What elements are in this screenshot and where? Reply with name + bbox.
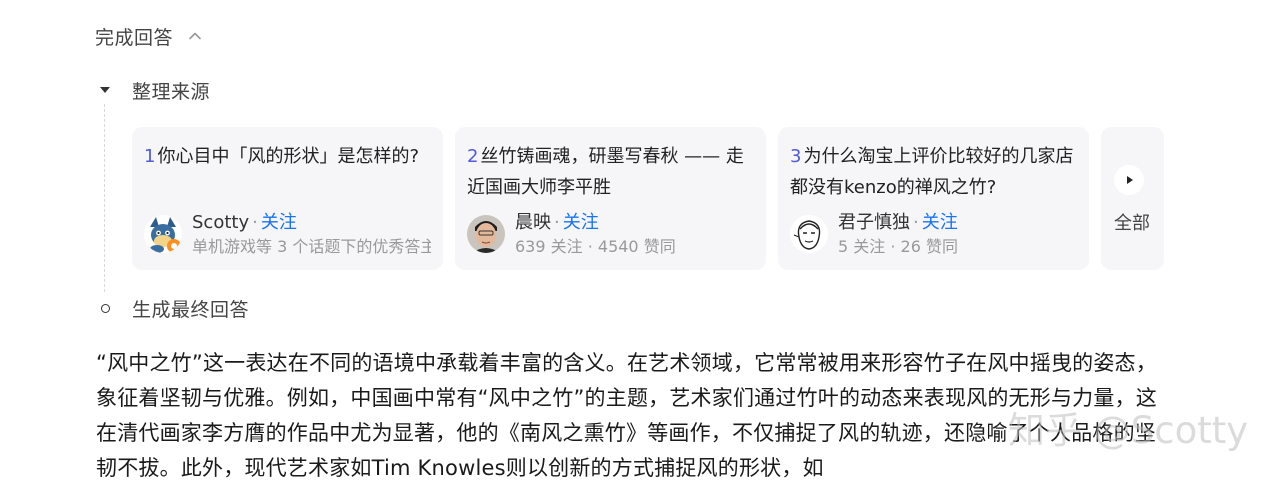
follow-button[interactable]: 关注 — [922, 212, 958, 233]
source-title-text: 丝竹铸画魂，研墨写春秋 —— 走近国画大师李平胜 — [467, 146, 744, 198]
answer-status-toggle[interactable]: 完成回答 — [95, 22, 203, 50]
separator-dot: · — [913, 212, 919, 233]
source-card[interactable]: 1 你心目中「风的形状」是怎样的? Scotty · 关注 单机游戏等 3 个话… — [132, 127, 443, 270]
author-meta: 单机游戏等 3 个话题下的优秀答主 — [192, 237, 431, 256]
source-index: 1 — [144, 146, 156, 167]
separator-dot: · — [554, 212, 560, 233]
step-generate-answer: 生成最终回答 — [96, 295, 249, 321]
author-meta: 5 关注 · 26 赞同 — [838, 237, 958, 256]
source-cards: 1 你心目中「风的形状」是怎样的? Scotty · 关注 单机游戏等 3 个话… — [132, 127, 1164, 270]
caret-down-icon[interactable] — [96, 81, 114, 99]
step-label: 整理来源 — [132, 80, 211, 103]
view-all-sources-button[interactable]: 全部 — [1101, 127, 1164, 270]
author-name[interactable]: 晨映 — [515, 212, 551, 233]
source-title[interactable]: 1 你心目中「风的形状」是怎样的? — [144, 141, 431, 203]
chevron-up-icon[interactable] — [187, 28, 203, 44]
source-index: 2 — [467, 146, 479, 167]
separator-dot: · — [252, 212, 258, 233]
avatar[interactable] — [144, 215, 182, 253]
source-title[interactable]: 3 为什么淘宝上评价比较好的几家店都没有kenzo的禅风之竹? — [790, 141, 1077, 203]
author-name[interactable]: 君子慎独 — [838, 212, 910, 233]
avatar[interactable] — [467, 215, 505, 253]
avatar[interactable] — [790, 215, 828, 253]
answer-text: “风中之竹”这一表达在不同的语境中承载着丰富的含义。在艺术领域，它常常被用来形容… — [96, 351, 1157, 480]
source-author: 君子慎独 · 关注 5 关注 · 26 赞同 — [790, 211, 1077, 259]
answer-status-label: 完成回答 — [95, 26, 174, 49]
source-title-text: 为什么淘宝上评价比较好的几家店都没有kenzo的禅风之竹? — [790, 146, 1074, 198]
source-title-text: 你心目中「风的形状」是怎样的? — [157, 146, 420, 167]
source-author: Scotty · 关注 单机游戏等 3 个话题下的优秀答主 — [144, 211, 431, 259]
source-author: 晨映 · 关注 639 关注 · 4540 赞同 — [467, 211, 754, 259]
author-name[interactable]: Scotty — [192, 212, 249, 233]
source-title[interactable]: 2 丝竹铸画魂，研墨写春秋 —— 走近国画大师李平胜 — [467, 141, 754, 203]
author-meta: 639 关注 · 4540 赞同 — [515, 237, 676, 256]
source-card[interactable]: 3 为什么淘宝上评价比较好的几家店都没有kenzo的禅风之竹? 君子慎独 · 关注 5… — [778, 127, 1089, 270]
view-all-label: 全部 — [1114, 213, 1150, 234]
source-card[interactable]: 2 丝竹铸画魂，研墨写春秋 —— 走近国画大师李平胜 晨映 · 关注 639 关注 ·… — [455, 127, 766, 270]
circle-marker-icon — [96, 299, 114, 317]
step-organize-sources[interactable]: 整理来源 — [96, 77, 210, 103]
play-arrow-icon[interactable] — [1114, 165, 1144, 195]
step-connector — [104, 104, 105, 292]
follow-button[interactable]: 关注 — [563, 212, 599, 233]
follow-button[interactable]: 关注 — [261, 212, 297, 233]
step-label: 生成最终回答 — [132, 298, 250, 321]
source-index: 3 — [790, 146, 802, 167]
